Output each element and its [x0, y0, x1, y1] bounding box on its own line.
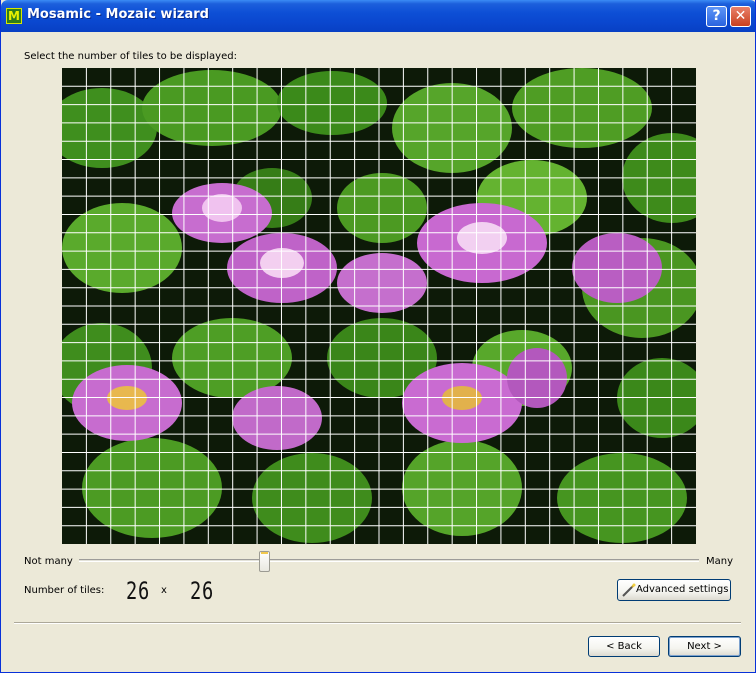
next-button[interactable]: Next > — [668, 636, 741, 657]
help-icon[interactable]: ? — [706, 6, 727, 27]
tile-rows-value: 26 — [190, 577, 215, 605]
tiles-slider-track[interactable] — [79, 559, 699, 562]
times-symbol: x — [161, 585, 167, 596]
tile-columns-value: 26 — [126, 577, 151, 605]
close-icon[interactable]: ✕ — [730, 6, 751, 27]
title-bar[interactable]: M Mosamic - Mozaic wizard ? ✕ — [1, 0, 755, 32]
window-title: Mosamic - Mozaic wizard — [27, 7, 209, 22]
number-of-tiles-label: Number of tiles: — [24, 585, 105, 596]
preview-photo — [62, 68, 696, 544]
separator — [14, 622, 741, 624]
tiles-prompt: Select the number of tiles to be display… — [24, 51, 237, 62]
wizard-window: M Mosamic - Mozaic wizard ? ✕ Select the… — [0, 0, 756, 673]
advanced-settings-label: Advanced settings — [636, 584, 729, 595]
wand-icon — [622, 583, 636, 597]
slider-max-label: Many — [706, 556, 734, 567]
mosamic-app-icon: M — [6, 8, 22, 24]
advanced-settings-button[interactable]: Advanced settings — [617, 579, 731, 601]
tiles-slider-thumb[interactable] — [259, 551, 270, 572]
mosaic-preview-image — [62, 68, 696, 544]
back-button[interactable]: < Back — [588, 636, 660, 657]
slider-min-label: Not many — [24, 556, 73, 567]
